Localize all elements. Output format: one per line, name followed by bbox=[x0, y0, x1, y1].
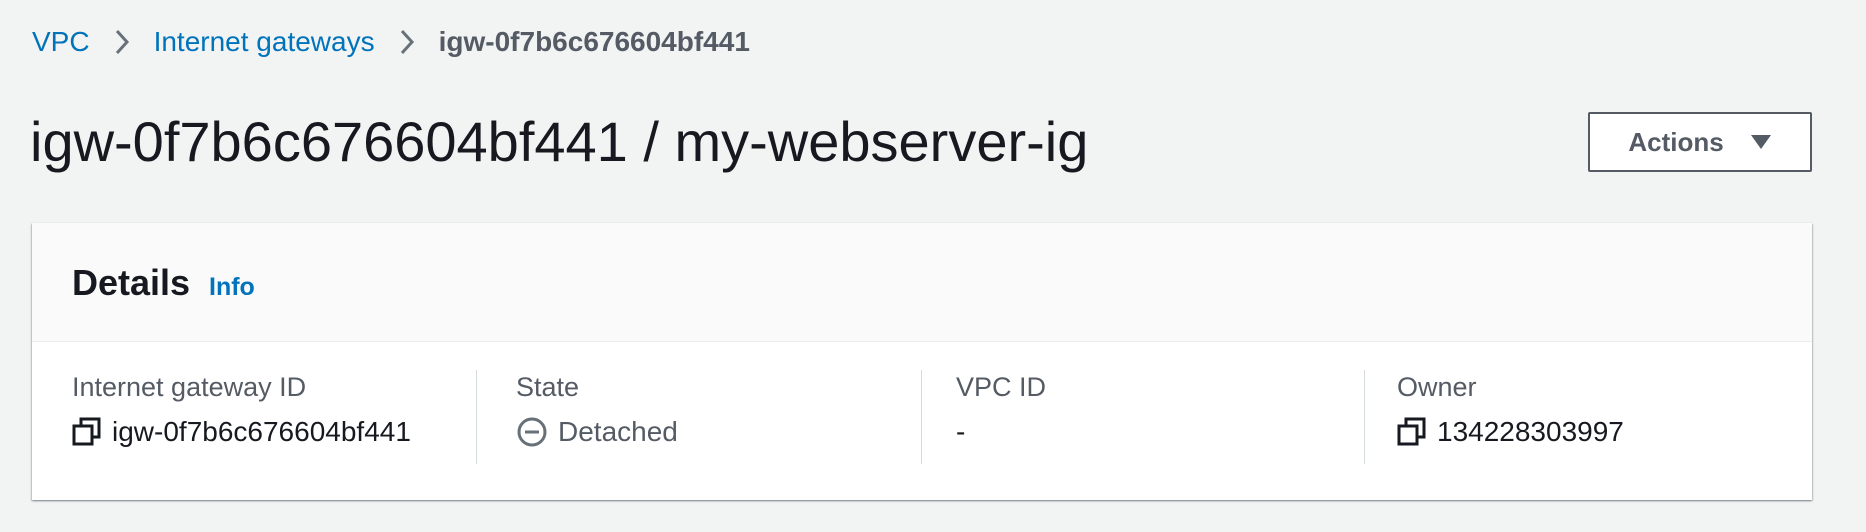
info-link[interactable]: Info bbox=[209, 273, 255, 302]
detached-status-icon bbox=[516, 416, 548, 448]
copy-icon[interactable] bbox=[1397, 417, 1427, 447]
page: VPC Internet gateways igw-0f7b6c676604bf… bbox=[0, 0, 1866, 532]
vpc-id-value-row: - bbox=[956, 414, 1364, 450]
internet-gateway-id-value: igw-0f7b6c676604bf441 bbox=[112, 416, 411, 447]
owner-label: Owner bbox=[1397, 372, 1477, 402]
owner-value: 134228303997 bbox=[1437, 416, 1624, 447]
internet-gateway-id-value-row: igw-0f7b6c676604bf441 bbox=[72, 414, 476, 450]
chevron-right-icon bbox=[90, 22, 154, 62]
state-value: Detached bbox=[558, 416, 678, 447]
chevron-right-icon bbox=[375, 22, 439, 62]
owner-field: Owner 134228303997 bbox=[1397, 370, 1777, 464]
actions-dropdown-button[interactable]: Actions bbox=[1588, 112, 1812, 172]
breadcrumb-vpc-link[interactable]: VPC bbox=[32, 26, 90, 58]
details-panel-body: Internet gateway ID igw-0f7b6c676604bf44… bbox=[32, 342, 1812, 500]
copy-icon[interactable] bbox=[72, 417, 102, 447]
vpc-id-label: VPC ID bbox=[956, 372, 1047, 402]
details-panel-header: Details Info bbox=[32, 223, 1812, 342]
internet-gateway-id-field: Internet gateway ID igw-0f7b6c676604bf44… bbox=[72, 370, 477, 464]
breadcrumb-current-item: igw-0f7b6c676604bf441 bbox=[438, 26, 750, 57]
actions-button-label: Actions bbox=[1628, 126, 1724, 157]
breadcrumb: VPC Internet gateways igw-0f7b6c676604bf… bbox=[32, 22, 750, 62]
details-panel: Details Info Internet gateway ID igw-0f7… bbox=[32, 223, 1812, 500]
vpc-id-field: VPC ID - bbox=[956, 370, 1365, 464]
state-field: State Detached bbox=[516, 370, 922, 464]
vpc-id-value: - bbox=[956, 416, 966, 447]
state-value-row: Detached bbox=[516, 414, 921, 450]
state-label: State bbox=[516, 372, 580, 402]
caret-down-icon bbox=[1750, 134, 1772, 150]
breadcrumb-internet-gateways-link[interactable]: Internet gateways bbox=[154, 26, 375, 58]
page-title: igw-0f7b6c676604bf441 / my-webserver-ig bbox=[30, 110, 1089, 173]
owner-value-row: 134228303997 bbox=[1397, 414, 1777, 450]
internet-gateway-id-label: Internet gateway ID bbox=[72, 372, 307, 402]
details-title: Details bbox=[72, 262, 191, 303]
